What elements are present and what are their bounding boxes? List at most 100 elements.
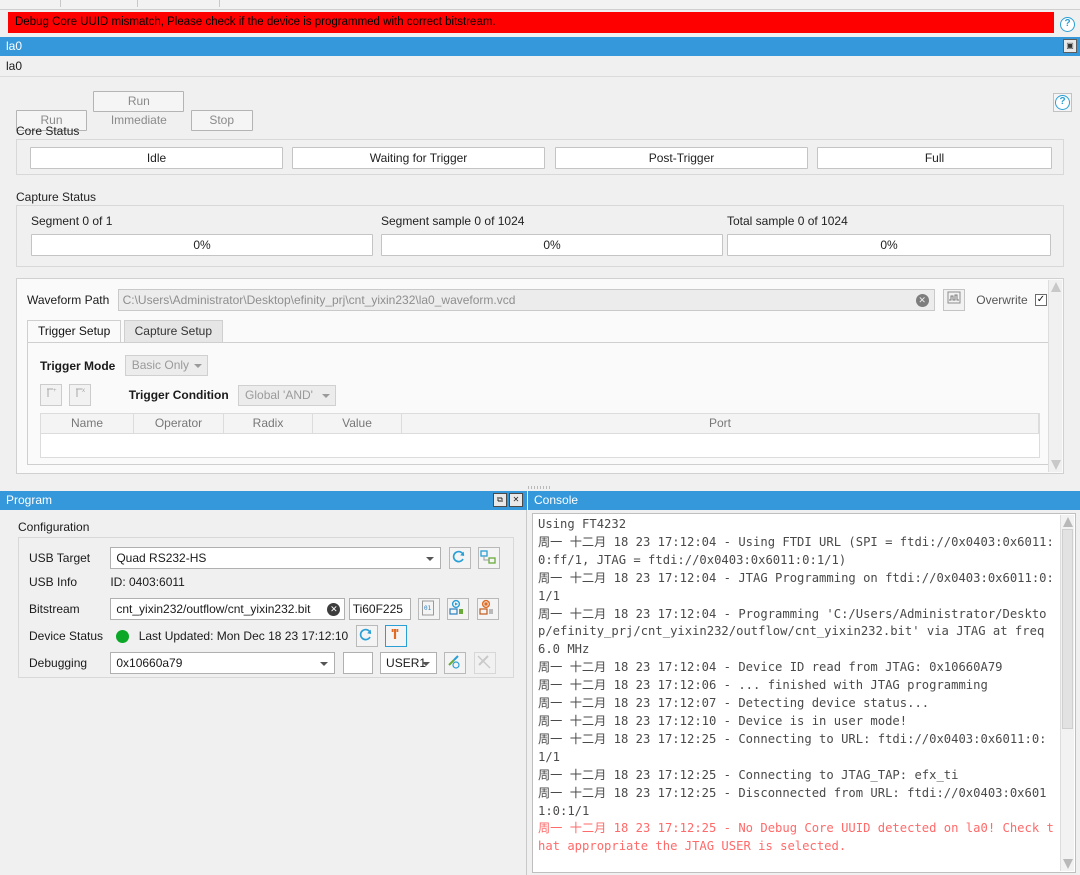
la0-panel-body: Run Run Immediate Stop ? Core Status Idl… bbox=[0, 77, 1080, 484]
capture-status-label: Capture Status bbox=[16, 190, 96, 204]
configuration-group: USB Target Quad RS232-HS bbox=[18, 537, 514, 678]
capture-status-group: Segment 0 of 1 Segment sample 0 of 1024 … bbox=[16, 205, 1064, 267]
help-icon: ? bbox=[1060, 17, 1075, 32]
trigger-condition-select[interactable]: Global 'AND' bbox=[238, 385, 336, 406]
error-banner-row: Debug Core UUID mismatch, Please check i… bbox=[0, 10, 1080, 36]
float-icon[interactable]: ⧉ bbox=[493, 493, 507, 507]
remove-trigger-icon[interactable]: x bbox=[69, 384, 91, 406]
usb-info-value: ID: 0403:6011 bbox=[110, 575, 185, 589]
waveform-path-label: Waveform Path bbox=[27, 293, 109, 307]
disconnect-icon bbox=[475, 653, 493, 671]
column-radix: Radix bbox=[224, 414, 313, 433]
column-port: Port bbox=[402, 414, 1039, 433]
refresh-icon bbox=[357, 626, 375, 644]
waveform-path-input[interactable]: C:\Users\Administrator\Desktop\efinity_p… bbox=[118, 289, 935, 311]
waveform-glyph-icon bbox=[947, 291, 961, 304]
stop-program-button[interactable] bbox=[477, 598, 499, 620]
console-line: 周一 十二月 18 23 17:12:06 - ... finished wit… bbox=[538, 678, 988, 692]
setup-tabs: Trigger Setup Capture Setup bbox=[27, 320, 222, 342]
usb-target-label: USB Target bbox=[29, 551, 107, 565]
core-state-waiting-for-trigger[interactable]: Waiting for Trigger bbox=[292, 147, 545, 169]
program-dock-titlebar[interactable]: Program ⧉ ✕ bbox=[0, 491, 527, 510]
console-line: 周一 十二月 18 23 17:12:25 - Connecting to JT… bbox=[538, 768, 958, 782]
scroll-down-icon[interactable] bbox=[1063, 859, 1073, 869]
trigger-table-header: Name Operator Radix Value Port bbox=[40, 413, 1040, 434]
toolbar-separator bbox=[137, 0, 138, 7]
column-name: Name bbox=[41, 414, 134, 433]
horizontal-splitter[interactable] bbox=[0, 484, 1080, 491]
scroll-down-icon[interactable] bbox=[1051, 460, 1061, 470]
debugging-blank-field[interactable] bbox=[343, 652, 373, 674]
usb-devices-button[interactable] bbox=[478, 547, 500, 569]
jtag-user-value: USER1 bbox=[386, 656, 426, 670]
waveform-browse-icon[interactable] bbox=[943, 289, 965, 311]
debugging-select[interactable]: 0x10660a79 bbox=[110, 652, 335, 674]
console-line: 周一 十二月 18 23 17:12:25 - Connecting to UR… bbox=[538, 732, 1047, 764]
console-line: 周一 十二月 18 23 17:12:04 - Device ID read f… bbox=[538, 660, 1003, 674]
stop-button[interactable]: Stop bbox=[191, 110, 253, 131]
la0-help-button[interactable]: ? bbox=[1053, 93, 1072, 112]
chevron-down-icon bbox=[320, 662, 328, 666]
usb-refresh-button[interactable] bbox=[449, 547, 471, 569]
bitstream-input[interactable]: cnt_yixin232/outflow/cnt_yixin232.bit ✕ bbox=[110, 598, 345, 620]
splitter-grip bbox=[528, 486, 552, 489]
console-line: 周一 十二月 18 23 17:12:04 - Programming 'C:/… bbox=[538, 607, 1052, 657]
close-icon[interactable]: ✕ bbox=[509, 493, 523, 507]
chevron-down-icon bbox=[322, 394, 330, 398]
scroll-up-icon[interactable] bbox=[1051, 282, 1061, 292]
core-state-post-trigger[interactable]: Post-Trigger bbox=[555, 147, 808, 169]
console-line: 周一 十二月 18 23 17:12:25 - Disconnected fro… bbox=[538, 786, 1047, 818]
banner-help-button[interactable]: ? bbox=[1060, 15, 1075, 32]
chevron-down-icon bbox=[194, 364, 202, 368]
core-state-idle[interactable]: Idle bbox=[30, 147, 283, 169]
console-line: Using FT4232 bbox=[538, 517, 626, 531]
tab-trigger-setup[interactable]: Trigger Setup bbox=[27, 320, 121, 342]
jtag-user-select[interactable]: USER1 bbox=[380, 652, 437, 674]
waveform-panel-scrollbar[interactable] bbox=[1048, 280, 1062, 472]
add-trigger-icon[interactable]: + bbox=[40, 384, 62, 406]
program-device-button[interactable] bbox=[447, 598, 469, 620]
segment-sample-label: Segment sample 0 of 1024 bbox=[381, 214, 524, 228]
waveform-path-row: Waveform Path C:\Users\Administrator\Des… bbox=[27, 289, 1047, 311]
core-state-full[interactable]: Full bbox=[817, 147, 1052, 169]
scroll-thumb[interactable] bbox=[1062, 529, 1073, 729]
close-icon[interactable]: ✕ bbox=[916, 294, 929, 307]
bitstream-binary-button[interactable]: 01 bbox=[418, 598, 440, 620]
run-immediate-button[interactable]: Run Immediate bbox=[93, 91, 184, 112]
debug-connect-button[interactable] bbox=[444, 652, 466, 674]
chevron-down-icon bbox=[422, 662, 430, 666]
float-icon[interactable]: ▣ bbox=[1063, 39, 1077, 53]
trigger-table-body[interactable] bbox=[40, 434, 1040, 458]
trigger-mode-select[interactable]: Basic Only bbox=[125, 355, 208, 376]
usb-target-select[interactable]: Quad RS232-HS bbox=[110, 547, 441, 569]
device-status-refresh-button[interactable] bbox=[356, 625, 378, 647]
console-output-area[interactable]: Using FT4232 周一 十二月 18 23 17:12:04 - Usi… bbox=[532, 513, 1076, 873]
debug-disconnect-button[interactable] bbox=[474, 652, 496, 674]
usb-target-row: USB Target Quad RS232-HS bbox=[29, 547, 500, 571]
help-icon-box: ? bbox=[1053, 93, 1072, 112]
console-scrollbar[interactable] bbox=[1060, 515, 1074, 871]
scroll-up-icon[interactable] bbox=[1063, 517, 1073, 527]
column-operator: Operator bbox=[134, 414, 224, 433]
tab-capture-setup[interactable]: Capture Setup bbox=[124, 320, 223, 342]
error-banner: Debug Core UUID mismatch, Please check i… bbox=[8, 12, 1054, 33]
trigger-condition-label: Trigger Condition bbox=[129, 388, 229, 402]
bitstream-value: cnt_yixin232/outflow/cnt_yixin232.bit bbox=[116, 602, 310, 616]
overwrite-checkbox[interactable]: ✓ bbox=[1035, 294, 1047, 306]
binary-file-icon: 01 bbox=[419, 599, 437, 617]
console-line: 周一 十二月 18 23 17:12:04 - Using FTDI URL (… bbox=[538, 535, 1054, 567]
svg-text:+: + bbox=[53, 388, 57, 394]
console-dock-titlebar[interactable]: Console bbox=[528, 491, 1080, 510]
la0-dock-titlebar[interactable]: la0 ▣ bbox=[0, 37, 1080, 56]
top-toolbar-strip bbox=[0, 0, 1080, 10]
devices-icon bbox=[479, 548, 497, 566]
overwrite-label: Overwrite bbox=[976, 293, 1027, 307]
debugging-label: Debugging bbox=[29, 656, 107, 670]
stop-icon bbox=[478, 599, 496, 617]
bitstream-device-field[interactable]: Ti60F225 bbox=[349, 598, 411, 620]
chevron-down-icon bbox=[426, 557, 434, 561]
device-tool-button[interactable] bbox=[385, 625, 407, 647]
close-icon[interactable]: ✕ bbox=[327, 603, 340, 616]
column-value: Value bbox=[313, 414, 402, 433]
total-sample-label: Total sample 0 of 1024 bbox=[727, 214, 848, 228]
